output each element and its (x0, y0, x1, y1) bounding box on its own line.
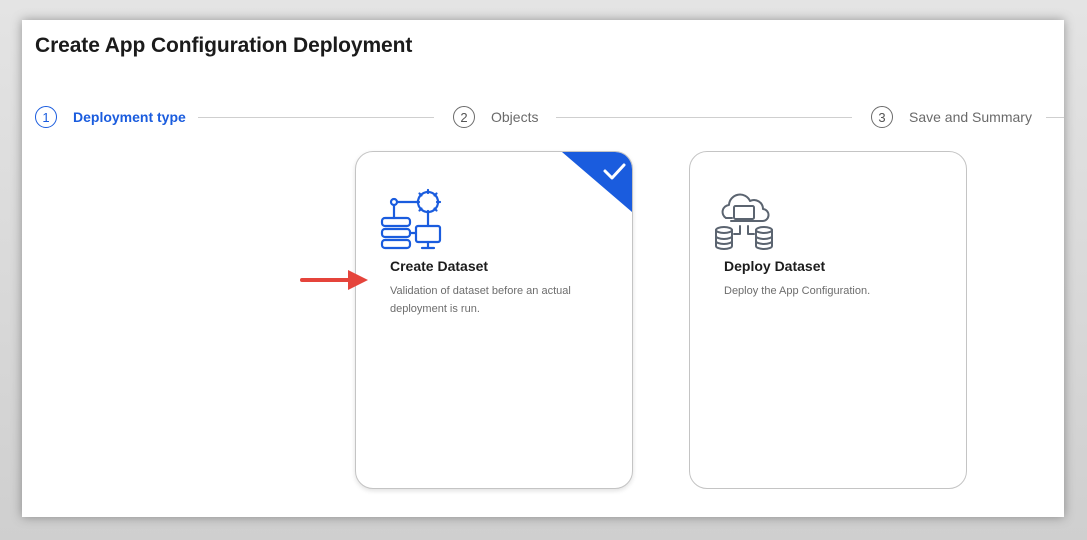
step-objects[interactable]: 2 Objects (453, 104, 538, 130)
create-dataset-card[interactable]: Create Dataset Validation of dataset bef… (355, 151, 633, 489)
selected-check-icon (562, 152, 632, 212)
step-label-save-summary: Save and Summary (909, 109, 1032, 125)
card-description: Validation of dataset before an actual d… (390, 285, 571, 315)
card-description: Deploy the App Configuration. (724, 285, 871, 297)
step-number-3: 3 (871, 106, 893, 128)
card-title: Deploy Dataset (724, 258, 826, 274)
page-title: Create App Configuration Deployment (35, 34, 413, 57)
cloud-database-icon (715, 193, 773, 250)
step-connector (198, 117, 434, 118)
step-label-objects: Objects (491, 109, 539, 125)
step-label-deployment-type: Deployment type (73, 109, 186, 125)
deploy-dataset-card[interactable]: Deploy Dataset Deploy the App Configurat… (689, 151, 967, 489)
dialog-panel: Create App Configuration Deployment 1 De… (22, 20, 1064, 517)
step-number-2: 2 (453, 106, 475, 128)
step-connector (1046, 117, 1064, 118)
dataset-network-icon (380, 188, 442, 250)
step-number-1: 1 (35, 106, 57, 128)
step-save-summary[interactable]: 3 Save and Summary (871, 104, 1032, 130)
step-connector (556, 117, 852, 118)
screenshot-frame: Create App Configuration Deployment 1 De… (0, 0, 1087, 540)
annotation-arrow-icon (300, 270, 368, 290)
card-title: Create Dataset (390, 258, 489, 274)
step-deployment-type[interactable]: 1 Deployment type (35, 104, 186, 130)
